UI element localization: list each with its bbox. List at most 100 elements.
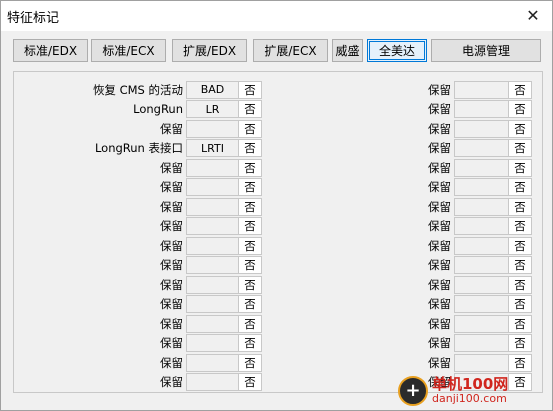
flag-value bbox=[186, 217, 238, 235]
right_rows-row: 保留 否 bbox=[318, 217, 532, 236]
flag-state: 否 bbox=[508, 236, 532, 255]
flag-label: 保留 bbox=[160, 180, 183, 194]
flag-value bbox=[454, 334, 508, 352]
flag-value: BAD bbox=[186, 80, 238, 99]
flag-value bbox=[454, 256, 508, 274]
right_rows-row: 保留 否 bbox=[318, 80, 532, 99]
right_rows-row: 保留 否 bbox=[318, 334, 532, 353]
flag-label: 保留 bbox=[428, 258, 451, 272]
flag-state: 否 bbox=[238, 373, 262, 391]
flag-state: 否 bbox=[508, 119, 532, 138]
flag-label: 保留 bbox=[160, 199, 183, 214]
flag-value bbox=[454, 236, 508, 255]
flag-state: 否 bbox=[508, 353, 532, 372]
right_rows-row: 保留 否 bbox=[318, 275, 532, 294]
flag-value bbox=[454, 353, 508, 372]
left_rows-row: 保留 否 bbox=[14, 158, 262, 177]
flag-label: 保留 bbox=[428, 219, 451, 233]
flag-label: 保留 bbox=[160, 219, 183, 233]
left_rows-row: 保留 否 bbox=[14, 217, 262, 236]
flag-label: 保留 bbox=[160, 375, 183, 389]
flag-value bbox=[454, 80, 508, 99]
flag-state: 否 bbox=[508, 197, 532, 216]
flag-state: 否 bbox=[238, 275, 262, 294]
flag-state: 否 bbox=[238, 353, 262, 372]
left_rows-row: 保留 否 bbox=[14, 275, 262, 294]
flag-label: 保留 bbox=[428, 180, 451, 194]
flag-state: 否 bbox=[238, 100, 262, 118]
flag-label: 保留 bbox=[428, 160, 451, 175]
tab-3[interactable]: 扩展/EDX bbox=[172, 39, 247, 62]
flag-value bbox=[186, 119, 238, 138]
flag-label: 保留 bbox=[160, 238, 183, 253]
window-title: 特征标记 bbox=[7, 11, 60, 26]
flag-label: 保留 bbox=[160, 355, 183, 370]
flag-state: 否 bbox=[238, 236, 262, 255]
right_rows-row: 保留 否 bbox=[318, 236, 532, 255]
flag-label: 保留 bbox=[428, 121, 451, 136]
left_rows-row: 保留 否 bbox=[14, 353, 262, 372]
flag-value bbox=[454, 139, 508, 157]
flag-state: 否 bbox=[238, 158, 262, 177]
flag-label: 保留 bbox=[428, 141, 451, 155]
flag-state: 否 bbox=[238, 80, 262, 99]
left_rows-row: 保留 否 bbox=[14, 295, 262, 314]
close-icon[interactable]: ✕ bbox=[520, 3, 546, 27]
flag-label: 保留 bbox=[428, 336, 451, 350]
flag-label: 保留 bbox=[428, 238, 451, 253]
flag-value bbox=[186, 178, 238, 196]
flag-state: 否 bbox=[238, 256, 262, 274]
right_rows-row: 保留 否 bbox=[318, 314, 532, 333]
flag-value bbox=[186, 256, 238, 274]
tab-2[interactable]: 标准/ECX bbox=[91, 39, 166, 62]
feature-flags-window: 特征标记 ✕ 标准/EDX 标准/ECX 扩展/EDX 扩展/ECX 威盛 全美达 电源管理… bbox=[0, 0, 553, 411]
flag-state: 否 bbox=[238, 178, 262, 196]
right_rows-row: 保留 否 bbox=[318, 295, 532, 314]
flag-state: 否 bbox=[508, 80, 532, 99]
left_rows-row: 保留 否 bbox=[14, 119, 262, 138]
watermark-url: danji100.com bbox=[432, 392, 507, 406]
flag-value: LR bbox=[186, 100, 238, 118]
tab-5[interactable]: 威盛 bbox=[332, 39, 363, 62]
right_rows-row: 保留 否 bbox=[318, 139, 532, 158]
flag-value bbox=[454, 314, 508, 333]
flag-value bbox=[186, 236, 238, 255]
flag-state: 否 bbox=[238, 197, 262, 216]
flag-value bbox=[186, 197, 238, 216]
flag-state: 否 bbox=[508, 314, 532, 333]
flag-label: 保留 bbox=[428, 297, 451, 311]
left_rows-row: 保留 否 bbox=[14, 314, 262, 333]
left_rows-row: LongRun LR 否 bbox=[14, 100, 262, 119]
left_rows-row: 保留 否 bbox=[14, 236, 262, 255]
left_rows-row: 恢复 CMS 的活动 BAD 否 bbox=[14, 80, 262, 99]
flag-label: 保留 bbox=[160, 297, 183, 311]
flag-label: 保留 bbox=[428, 277, 451, 292]
flag-value bbox=[454, 275, 508, 294]
flag-state: 否 bbox=[508, 256, 532, 274]
flag-value bbox=[454, 178, 508, 196]
flag-value bbox=[454, 217, 508, 235]
flag-label: 保留 bbox=[160, 277, 183, 292]
flag-label: 保留 bbox=[160, 121, 183, 136]
flag-value bbox=[454, 158, 508, 177]
flag-value bbox=[186, 314, 238, 333]
flag-label: 保留 bbox=[160, 336, 183, 350]
tab-bar: 标准/EDX 标准/ECX 扩展/EDX 扩展/ECX 威盛 全美达 电源管理 bbox=[13, 39, 543, 63]
flag-label: 保留 bbox=[160, 258, 183, 272]
flag-value bbox=[186, 295, 238, 313]
flag-state: 否 bbox=[508, 100, 532, 118]
flag-value bbox=[186, 334, 238, 352]
tab-7[interactable]: 电源管理 bbox=[431, 39, 541, 62]
tab-6[interactable]: 全美达 bbox=[367, 39, 427, 62]
tab-1[interactable]: 标准/EDX bbox=[13, 39, 88, 62]
flag-state: 否 bbox=[238, 314, 262, 333]
tab-4[interactable]: 扩展/ECX bbox=[253, 39, 328, 62]
flag-value bbox=[186, 158, 238, 177]
left_rows-row: 保留 否 bbox=[14, 373, 262, 392]
flag-state: 否 bbox=[238, 334, 262, 352]
flag-state: 否 bbox=[508, 139, 532, 157]
flag-label: LongRun bbox=[133, 102, 183, 116]
flag-state: 否 bbox=[508, 158, 532, 177]
flag-label: 保留 bbox=[160, 316, 183, 331]
flag-value bbox=[186, 353, 238, 372]
